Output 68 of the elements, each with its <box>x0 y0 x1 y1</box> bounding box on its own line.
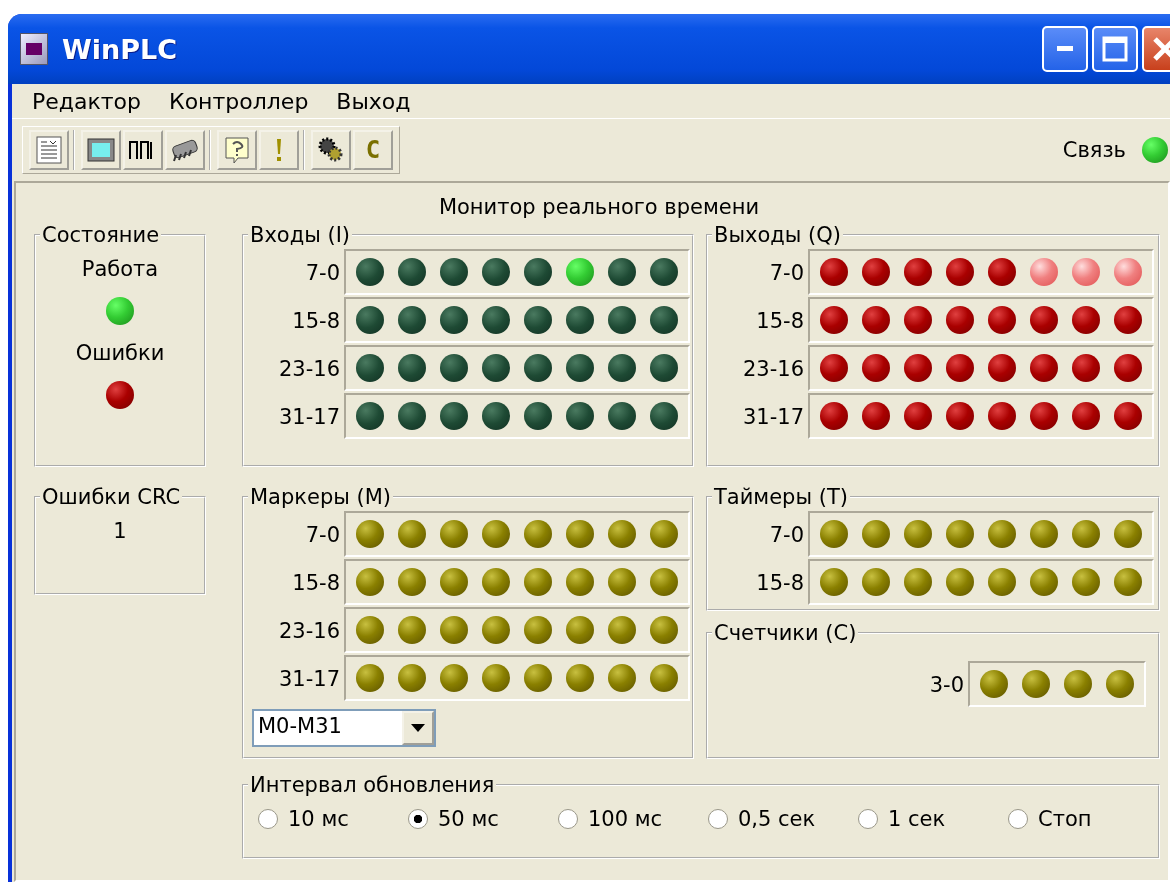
radio-button[interactable] <box>858 809 878 829</box>
interval-radio[interactable]: 50 мс <box>408 807 558 831</box>
interval-radio[interactable]: 10 мс <box>258 807 408 831</box>
row-label: 23-16 <box>277 357 341 381</box>
row-label: 15-8 <box>755 309 805 333</box>
toolbar-button[interactable] <box>165 130 205 170</box>
toolbar-button[interactable] <box>311 130 351 170</box>
toolbar-button[interactable] <box>123 130 163 170</box>
row-label: 31-17 <box>741 405 805 429</box>
caret-icon <box>411 724 425 732</box>
interval-radio[interactable]: Стоп <box>1008 807 1158 831</box>
crc-value: 1 <box>113 519 127 543</box>
range-dropdown[interactable]: M0-M31 <box>252 709 436 747</box>
document-icon <box>36 136 62 164</box>
group-title: Входы (I) <box>249 223 352 247</box>
row-label: 7-0 <box>768 261 805 285</box>
group-title: Состояние <box>41 223 161 247</box>
dropdown-arrow-button[interactable] <box>402 711 434 745</box>
group-title: Ошибки CRC <box>41 485 182 509</box>
row-label: 7-0 <box>768 523 805 547</box>
gears-icon <box>317 136 345 164</box>
toolbar-button[interactable]: C <box>353 130 393 170</box>
logo-icon <box>25 42 43 56</box>
maximize-button[interactable] <box>1092 26 1138 72</box>
group-title: Интервал обновления <box>249 773 496 797</box>
help-icon <box>224 136 250 164</box>
status-label: Работа <box>81 257 159 281</box>
minimize-icon <box>1057 46 1073 52</box>
window-title: WinPLC <box>62 33 178 65</box>
screen-icon <box>87 138 115 162</box>
connection-label: Связь <box>1062 138 1126 162</box>
row-label: 31-17 <box>277 405 341 429</box>
radio-button[interactable] <box>1008 809 1028 829</box>
row-label: 31-17 <box>277 667 341 691</box>
menu-item[interactable]: Редактор <box>32 88 142 114</box>
row-label: 7-0 <box>304 261 341 285</box>
row-label: 15-8 <box>291 571 341 595</box>
group-title: Таймеры (T) <box>713 485 849 509</box>
radio-button[interactable] <box>558 809 578 829</box>
row-label: 23-16 <box>741 357 805 381</box>
radio-button[interactable] <box>408 809 428 829</box>
radio-button[interactable] <box>258 809 278 829</box>
menu-item[interactable]: Контроллер <box>169 88 309 114</box>
radio-button[interactable] <box>708 809 728 829</box>
radio-label: 100 мс <box>588 807 663 831</box>
group-title: Выходы (Q) <box>713 223 842 247</box>
status-label: Ошибки <box>75 341 165 365</box>
row-label: 3-0 <box>928 673 965 697</box>
radio-label: 0,5 сек <box>738 807 816 831</box>
radio-label: 10 мс <box>288 807 349 831</box>
group-title: Счетчики (C) <box>713 621 858 645</box>
group-title: Маркеры (M) <box>249 485 392 509</box>
interval-radio[interactable]: 0,5 сек <box>708 807 858 831</box>
maximize-icon <box>1102 36 1128 62</box>
row-label: 23-16 <box>277 619 341 643</box>
row-label: 15-8 <box>755 571 805 595</box>
interval-radio[interactable]: 100 мс <box>558 807 708 831</box>
exclamation-icon <box>274 137 284 163</box>
row-label: 15-8 <box>291 309 341 333</box>
menu-item[interactable]: Выход <box>336 88 411 114</box>
radio-label: Стоп <box>1038 807 1092 831</box>
row-label: 7-0 <box>304 523 341 547</box>
monitor-title: Монитор реального времени <box>437 195 761 219</box>
dropdown-value: M0-M31 <box>257 713 343 740</box>
radio-label: 1 сек <box>888 807 946 831</box>
minimize-button[interactable] <box>1042 26 1088 72</box>
interval-radio[interactable]: 1 сек <box>858 807 1008 831</box>
radio-label: 50 мс <box>438 807 499 831</box>
